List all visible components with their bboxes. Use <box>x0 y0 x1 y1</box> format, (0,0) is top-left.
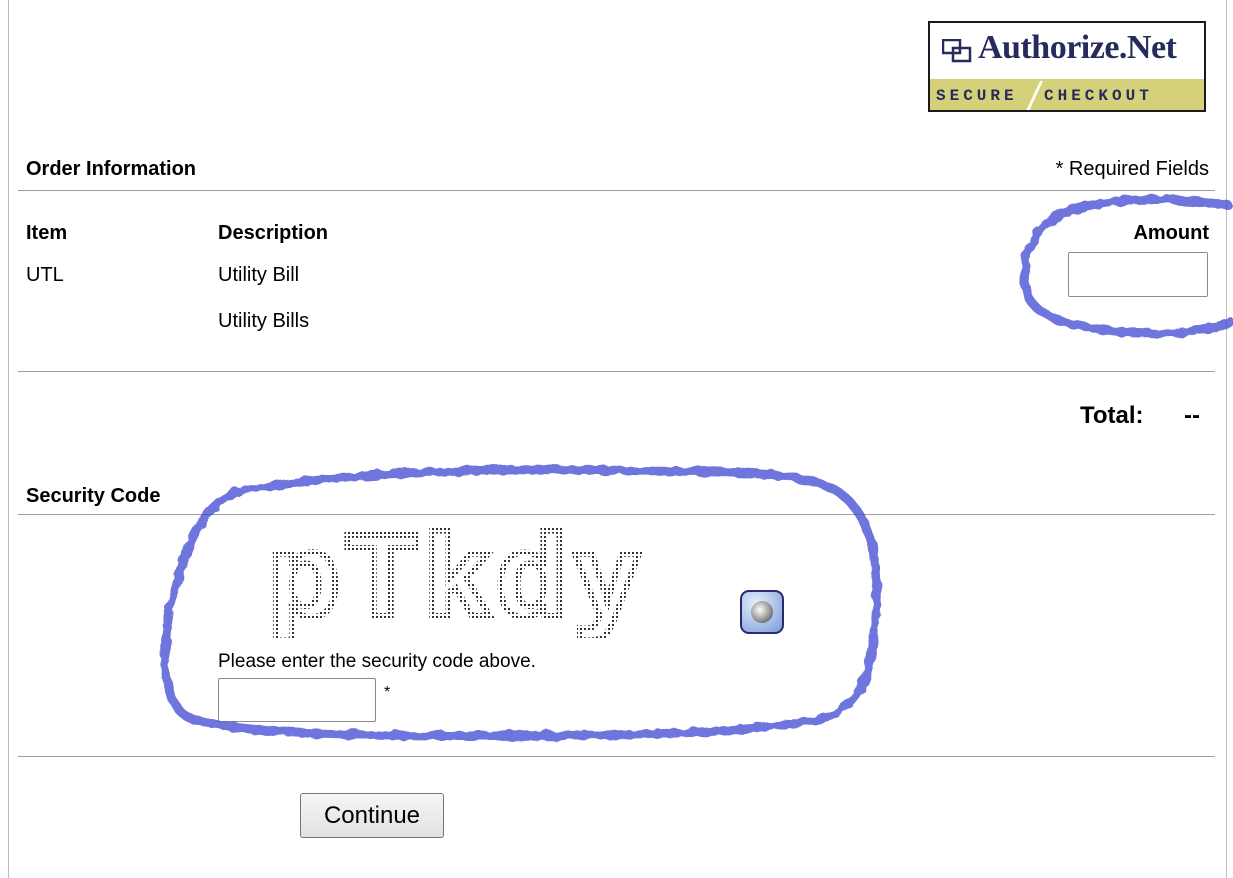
page-frame <box>8 0 1227 878</box>
audio-speaker-icon <box>751 601 773 623</box>
logo-secure-text: SECURE <box>936 87 1018 105</box>
order-divider-bottom <box>18 371 1215 372</box>
total-value: -- <box>1184 402 1200 429</box>
captcha-image: pTkdy <box>268 528 646 638</box>
authorize-net-logo-icon <box>942 39 972 63</box>
col-header-item: Item <box>26 222 68 244</box>
logo-checkout-text: CHECKOUT <box>1044 87 1153 105</box>
total-label: Total: <box>1080 402 1144 429</box>
audio-captcha-button[interactable] <box>740 590 784 634</box>
col-header-amount: Amount <box>1133 222 1209 244</box>
security-divider-top <box>18 514 1215 515</box>
security-code-input[interactable] <box>218 678 376 722</box>
row-item: UTL <box>26 264 64 286</box>
security-divider-bottom <box>18 756 1215 757</box>
amount-input[interactable] <box>1068 252 1208 297</box>
security-code-heading: Security Code <box>26 485 161 507</box>
logo-divider <box>1026 81 1043 110</box>
continue-button[interactable]: Continue <box>300 793 444 838</box>
authorize-net-logo: Authorize.Net SECURE CHECKOUT <box>928 21 1206 112</box>
row-description-2: Utility Bills <box>218 310 310 332</box>
col-header-description: Description <box>218 222 329 244</box>
captcha-text: pTkdy <box>268 528 646 638</box>
logo-brand-text: Authorize.Net <box>978 29 1177 66</box>
order-info-heading: Order Information <box>26 158 197 180</box>
required-asterisk: * <box>384 684 391 701</box>
security-instruction: Please enter the security code above. <box>218 651 536 672</box>
order-divider-top <box>18 190 1215 191</box>
row-description: Utility Bill <box>218 264 300 286</box>
required-fields-note: * Required Fields <box>1055 158 1209 180</box>
